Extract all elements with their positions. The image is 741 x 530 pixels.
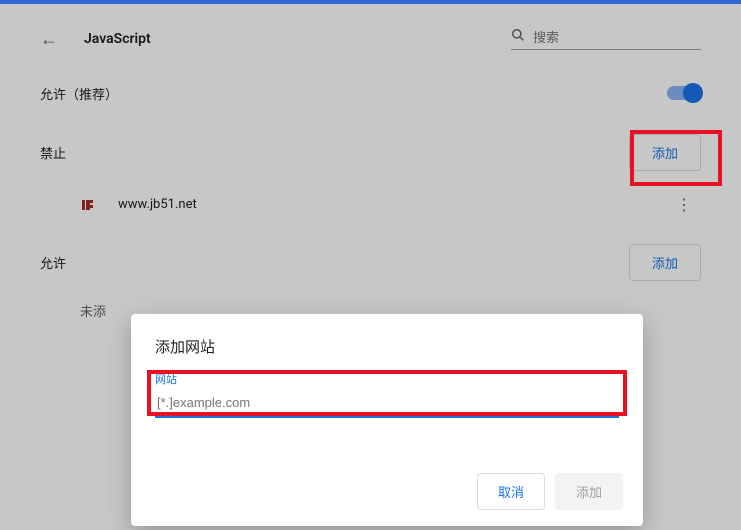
search-input[interactable] [533,30,701,45]
allowed-add-button[interactable]: 添加 [629,244,701,281]
confirm-add-button[interactable]: 添加 [555,473,623,510]
add-site-dialog: 添加网站 网站 取消 添加 [131,314,643,526]
allow-recommended-label: 允许（推荐） [40,84,118,103]
back-arrow-icon[interactable]: ← [40,29,58,50]
site-more-icon[interactable]: ⋮ [668,191,701,218]
allowed-title: 允许 [40,253,66,272]
cancel-button[interactable]: 取消 [477,473,545,510]
settings-content: ← JavaScript 允许（推荐） 禁止 添加 www.jb51.net ⋮… [0,4,741,320]
blocked-section-header: 禁止 添加 [40,120,701,181]
site-url-input[interactable] [155,389,619,418]
blocked-title: 禁止 [40,143,66,162]
page-title: JavaScript [84,31,151,47]
search-field[interactable] [511,28,701,50]
header-row: ← JavaScript [40,4,701,66]
allow-recommended-row: 允许（推荐） [40,66,701,120]
dialog-field-label: 网站 [155,371,619,387]
search-icon [511,28,525,46]
blocked-site-url: www.jb51.net [118,197,197,212]
dialog-title: 添加网站 [155,336,619,357]
blocked-add-button[interactable]: 添加 [629,134,701,171]
site-favicon-icon [80,196,98,214]
blocked-site-row: www.jb51.net ⋮ [40,181,701,230]
dialog-actions: 取消 添加 [477,473,623,510]
allowed-section-header: 允许 添加 [40,230,701,291]
allow-toggle[interactable] [667,86,701,100]
